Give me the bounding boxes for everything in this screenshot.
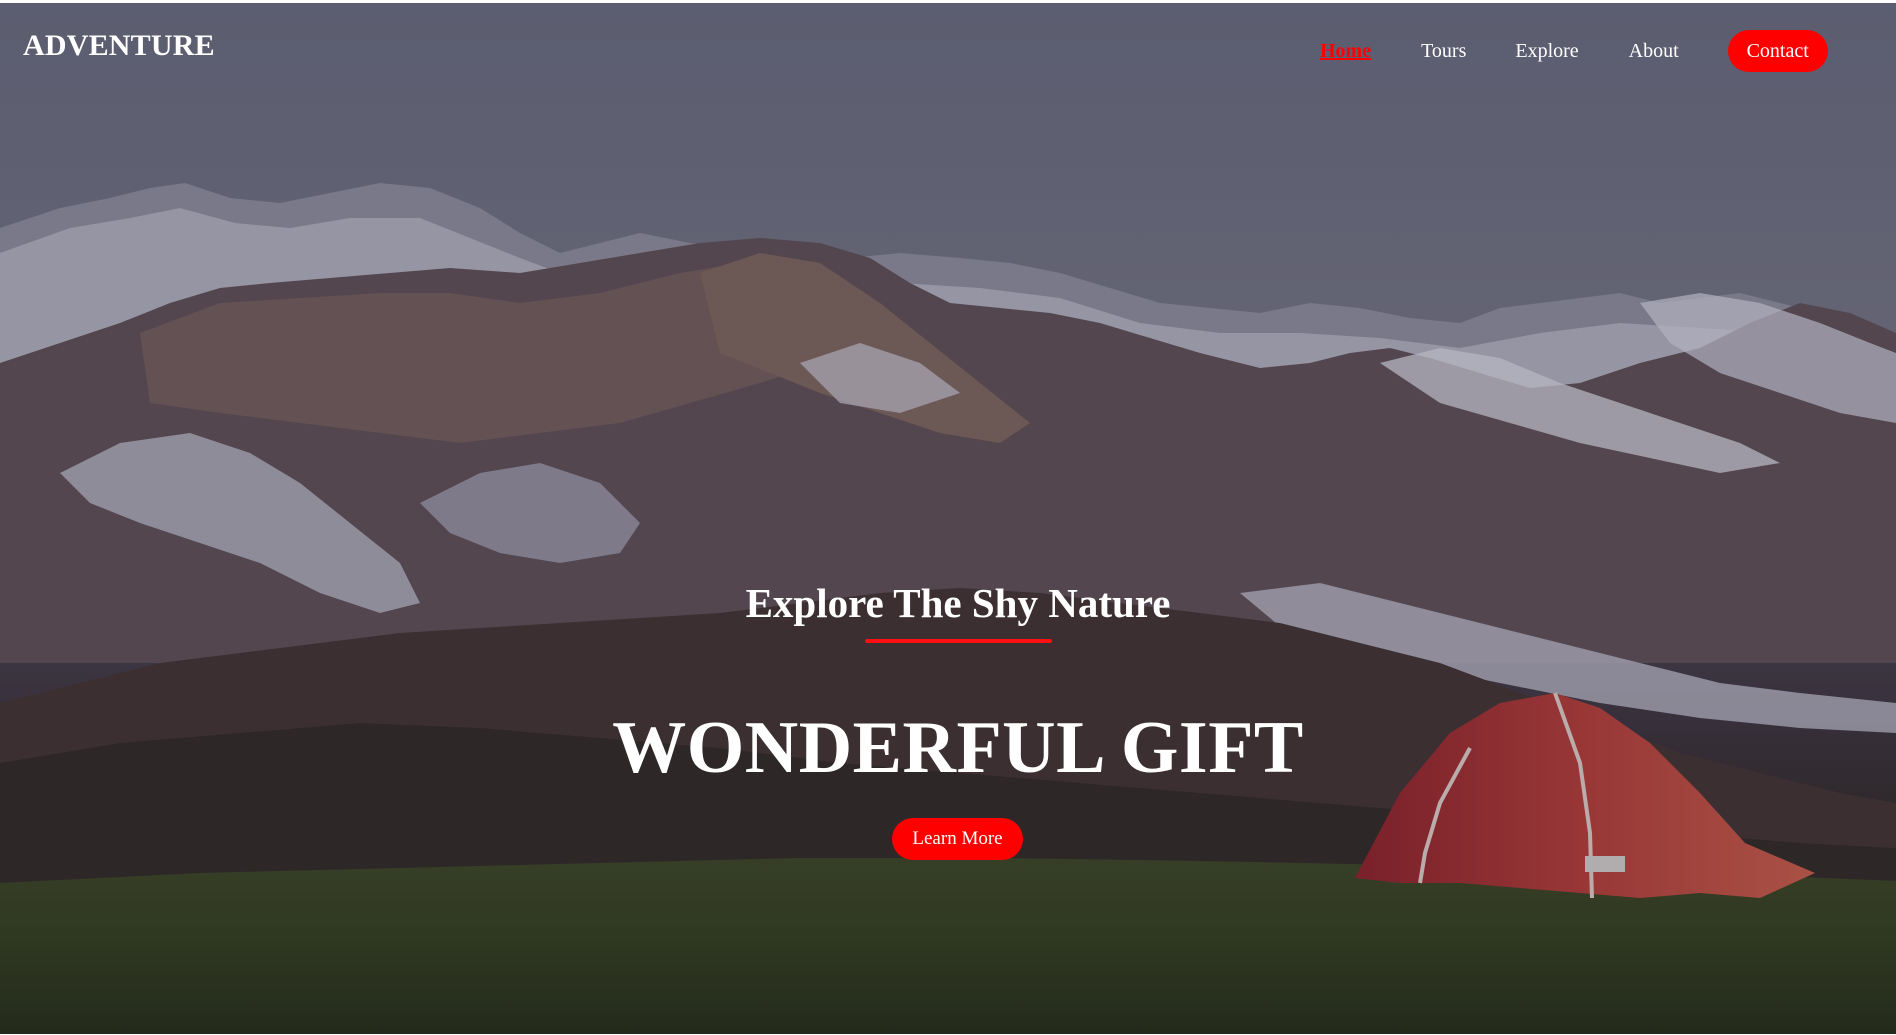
learn-more-button[interactable]: Learn More [892, 818, 1023, 860]
nav-item-about[interactable]: About [1629, 29, 1679, 73]
nav-item-home[interactable]: Home [1320, 29, 1371, 73]
hero-headline: WONDERFUL GIFT [612, 707, 1304, 789]
hero-subtitle: Explore The Shy Nature [745, 580, 1171, 626]
page: ADVENTURE Home Tours Explore About Conta… [0, 0, 1896, 1035]
hero-section: ADVENTURE Home Tours Explore About Conta… [0, 3, 1896, 1034]
nav-item-explore[interactable]: Explore [1515, 29, 1578, 73]
site-logo[interactable]: ADVENTURE [23, 29, 215, 63]
main-nav: Home Tours Explore About Contact [1320, 29, 1828, 73]
contact-button[interactable]: Contact [1727, 30, 1828, 72]
hero-overlay [0, 3, 1896, 1034]
nav-item-tours[interactable]: Tours [1421, 29, 1466, 73]
subtitle-underline [865, 639, 1052, 643]
